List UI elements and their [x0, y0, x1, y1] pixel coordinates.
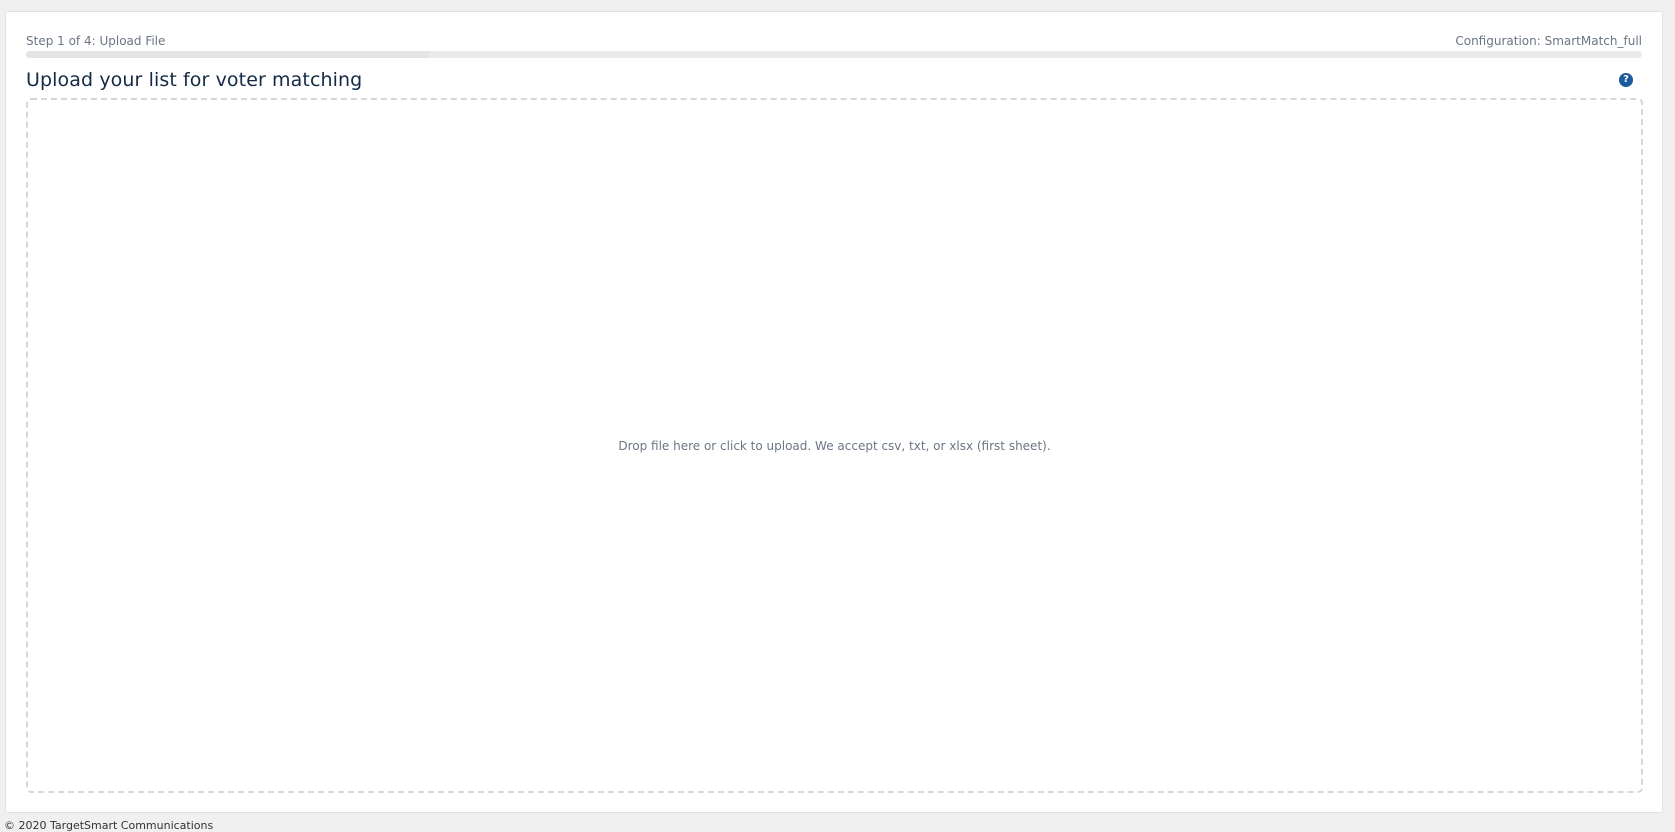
step-indicator: Step 1 of 4: Upload File	[26, 34, 166, 48]
configuration-label: Configuration: SmartMatch_full	[1455, 34, 1642, 48]
dropzone-instructions: Drop file here or click to upload. We ac…	[618, 438, 1051, 453]
step-progress-bar	[26, 51, 1642, 58]
question-circle-icon[interactable]: ?	[1619, 73, 1633, 87]
wizard-step-row: Step 1 of 4: Upload File Configuration: …	[26, 33, 1642, 49]
footer-copyright: © 2020 TargetSmart Communications	[4, 819, 214, 832]
heading-row: Upload your list for voter matching ?	[26, 65, 1642, 95]
file-dropzone[interactable]: Drop file here or click to upload. We ac…	[26, 98, 1643, 793]
step-progress-fill	[26, 51, 430, 58]
upload-card: Step 1 of 4: Upload File Configuration: …	[5, 11, 1663, 813]
page-title: Upload your list for voter matching	[26, 69, 363, 91]
